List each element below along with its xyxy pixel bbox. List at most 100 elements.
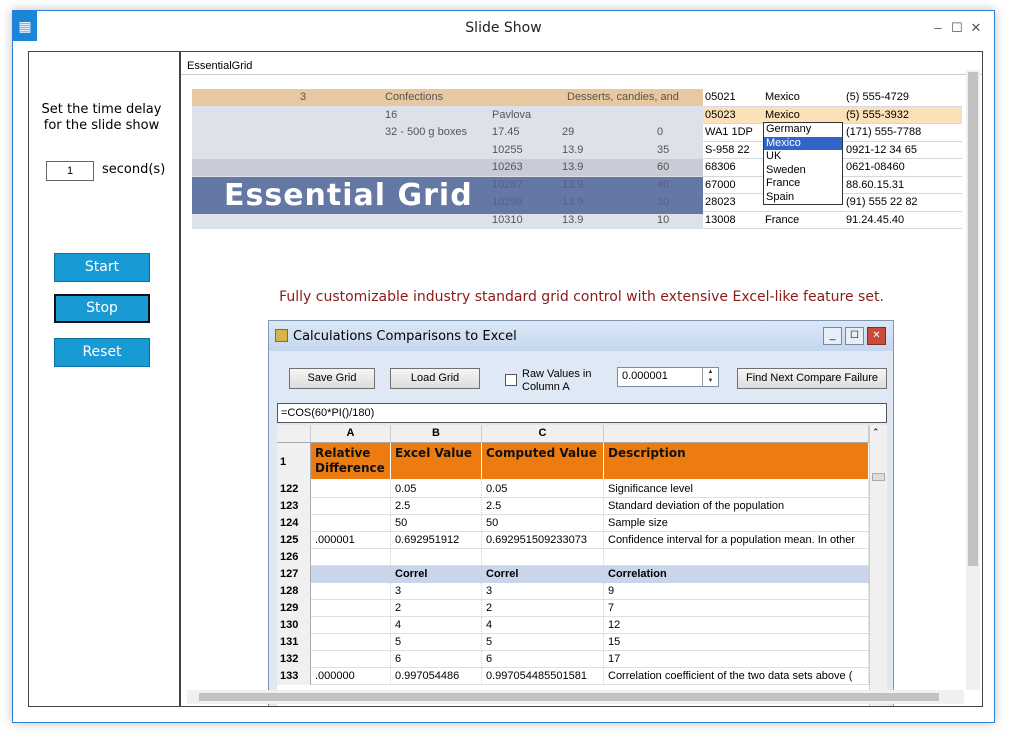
table-cell[interactable]: Standard deviation of the population bbox=[604, 498, 869, 515]
start-button[interactable]: Start bbox=[54, 253, 150, 282]
row-number[interactable]: 129 bbox=[277, 600, 311, 617]
country-dropdown-list[interactable]: Germany Mexico UK Sweden France Spain bbox=[763, 122, 843, 205]
table-cell[interactable] bbox=[311, 481, 391, 498]
table-cell[interactable] bbox=[482, 549, 604, 566]
table-row[interactable]: 129 2 2 7 bbox=[277, 600, 869, 617]
table-cell[interactable]: .000000 bbox=[311, 668, 391, 685]
table-cell[interactable]: 7 bbox=[604, 600, 869, 617]
table-cell[interactable]: Confidence interval for a population mea… bbox=[604, 532, 869, 549]
maximize-button[interactable]: ☐ bbox=[947, 20, 967, 36]
row-number[interactable]: 130 bbox=[277, 617, 311, 634]
table-cell[interactable]: Correl bbox=[391, 566, 482, 583]
row-number[interactable]: 132 bbox=[277, 651, 311, 668]
slide-vertical-scrollbar[interactable] bbox=[966, 70, 980, 690]
table-cell[interactable]: 9 bbox=[604, 583, 869, 600]
table-row[interactable]: 128 3 3 9 bbox=[277, 583, 869, 600]
row-number[interactable]: 133 bbox=[277, 668, 311, 685]
table-cell[interactable] bbox=[311, 549, 391, 566]
table-cell[interactable]: 0.997054485501581 bbox=[482, 668, 604, 685]
table-row[interactable]: 132 6 6 17 bbox=[277, 651, 869, 668]
table-cell[interactable]: 2.5 bbox=[482, 498, 604, 515]
stop-button[interactable]: Stop bbox=[54, 294, 150, 323]
row-number[interactable]: 124 bbox=[277, 515, 311, 532]
row-number[interactable]: 131 bbox=[277, 634, 311, 651]
dropdown-option[interactable]: Spain bbox=[764, 191, 842, 205]
table-cell[interactable]: 5 bbox=[482, 634, 604, 651]
table-cell[interactable] bbox=[311, 651, 391, 668]
row-number[interactable]: 128 bbox=[277, 583, 311, 600]
comparison-grid[interactable]: A B C 1 Relative Difference Excel Value … bbox=[277, 425, 887, 706]
dropdown-option[interactable]: Sweden bbox=[764, 164, 842, 178]
raw-values-checkbox[interactable] bbox=[505, 374, 517, 386]
table-cell[interactable]: .000001 bbox=[311, 532, 391, 549]
table-row[interactable]: 130 4 4 12 bbox=[277, 617, 869, 634]
table-row[interactable]: 123 2.5 2.5 Standard deviation of the popul… bbox=[277, 498, 869, 515]
seconds-input[interactable]: 1 bbox=[46, 161, 94, 181]
table-cell[interactable]: 6 bbox=[482, 651, 604, 668]
formula-bar[interactable]: =COS(60*PI()/180) bbox=[277, 403, 887, 423]
row-number[interactable]: 122 bbox=[277, 481, 311, 498]
reset-button[interactable]: Reset bbox=[54, 338, 150, 367]
table-row[interactable]: 127 Correl Correl Correlation bbox=[277, 566, 869, 583]
table-row[interactable]: 125.000001 0.692951912 0.692951509233073 Co… bbox=[277, 532, 869, 549]
table-cell[interactable]: 2 bbox=[482, 600, 604, 617]
dropdown-option[interactable]: Germany bbox=[764, 123, 842, 137]
inner-minimize-button[interactable]: _ bbox=[823, 327, 842, 345]
col-header-a[interactable]: A bbox=[311, 425, 391, 443]
table-cell[interactable]: 6 bbox=[391, 651, 482, 668]
table-row[interactable]: 131 5 5 15 bbox=[277, 634, 869, 651]
dropdown-option[interactable]: UK bbox=[764, 150, 842, 164]
table-cell[interactable]: 0.692951912 bbox=[391, 532, 482, 549]
table-cell[interactable]: 0.997054486 bbox=[391, 668, 482, 685]
load-grid-button[interactable]: Load Grid bbox=[390, 368, 480, 389]
inner-close-button[interactable]: ✕ bbox=[867, 327, 886, 345]
inner-maximize-button[interactable]: ☐ bbox=[845, 327, 864, 345]
scrollbar-thumb[interactable] bbox=[968, 72, 978, 566]
row-number[interactable]: 126 bbox=[277, 549, 311, 566]
table-cell[interactable]: 3 bbox=[391, 583, 482, 600]
table-cell[interactable] bbox=[311, 498, 391, 515]
table-cell[interactable] bbox=[311, 617, 391, 634]
table-cell[interactable]: Correl bbox=[482, 566, 604, 583]
row-number[interactable]: 123 bbox=[277, 498, 311, 515]
table-cell[interactable]: Significance level bbox=[604, 481, 869, 498]
spinner-arrows-icon[interactable]: ▲ ▼ bbox=[702, 368, 718, 386]
row-number[interactable]: 125 bbox=[277, 532, 311, 549]
table-cell[interactable]: 12 bbox=[604, 617, 869, 634]
dropdown-option[interactable]: France bbox=[764, 177, 842, 191]
table-cell[interactable]: Correlation bbox=[604, 566, 869, 583]
table-row[interactable]: 133.000000 0.997054486 0.997054485501581 Co… bbox=[277, 668, 869, 685]
table-cell[interactable]: 15 bbox=[604, 634, 869, 651]
table-cell[interactable]: 0.692951509233073 bbox=[482, 532, 604, 549]
close-button[interactable]: ✕ bbox=[966, 20, 986, 36]
table-cell[interactable]: 5 bbox=[391, 634, 482, 651]
dropdown-option[interactable]: Mexico bbox=[764, 136, 842, 150]
tolerance-spinner[interactable]: 0.000001 ▲ ▼ bbox=[617, 367, 719, 387]
table-cell[interactable] bbox=[391, 549, 482, 566]
find-next-failure-button[interactable]: Find Next Compare Failure bbox=[737, 368, 887, 389]
table-cell[interactable] bbox=[311, 566, 391, 583]
table-row[interactable]: 122 0.05 0.05 Significance level bbox=[277, 481, 869, 498]
table-row[interactable]: 126 bbox=[277, 549, 869, 566]
table-cell[interactable]: 17 bbox=[604, 651, 869, 668]
table-cell[interactable]: 50 bbox=[482, 515, 604, 532]
table-cell[interactable]: 4 bbox=[391, 617, 482, 634]
table-cell[interactable]: Correlation coefficient of the two data … bbox=[604, 668, 869, 685]
minimize-button[interactable]: – bbox=[928, 20, 948, 36]
table-cell[interactable] bbox=[311, 583, 391, 600]
table-cell[interactable]: 0.05 bbox=[482, 481, 604, 498]
scrollbar-thumb[interactable] bbox=[199, 693, 939, 701]
table-cell[interactable]: Sample size bbox=[604, 515, 869, 532]
table-cell[interactable]: 2.5 bbox=[391, 498, 482, 515]
table-cell[interactable] bbox=[311, 634, 391, 651]
table-cell[interactable] bbox=[311, 600, 391, 617]
table-cell[interactable] bbox=[604, 549, 869, 566]
table-cell[interactable]: 50 bbox=[391, 515, 482, 532]
table-cell[interactable]: 4 bbox=[482, 617, 604, 634]
col-header-b[interactable]: B bbox=[391, 425, 482, 443]
table-cell[interactable]: 3 bbox=[482, 583, 604, 600]
grid-vertical-scrollbar[interactable]: ⌃ bbox=[869, 425, 887, 706]
table-row[interactable]: 124 50 50 Sample size bbox=[277, 515, 869, 532]
table-cell[interactable]: 0.05 bbox=[391, 481, 482, 498]
slide-horizontal-scrollbar[interactable] bbox=[187, 690, 964, 704]
